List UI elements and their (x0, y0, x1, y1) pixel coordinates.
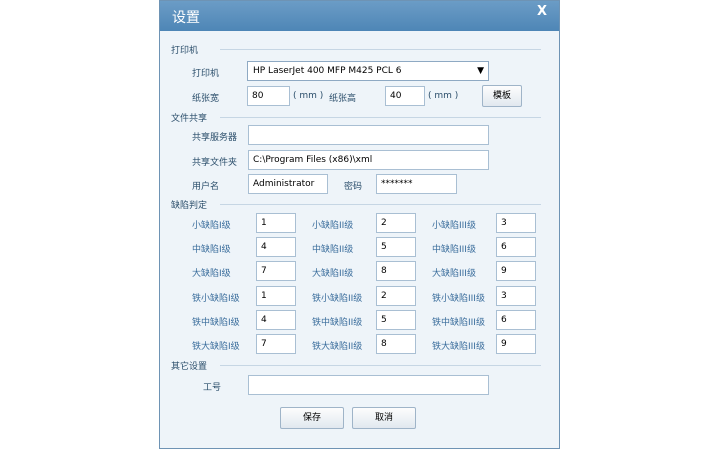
defect-label: 中缺陷I级 (192, 245, 231, 255)
template-button[interactable]: 模板 (482, 85, 522, 107)
defect-label: 中缺陷II级 (312, 245, 354, 255)
section-other-divider (220, 365, 541, 366)
defect-label: 大缺陷II级 (312, 269, 354, 279)
defect-value-input[interactable] (376, 286, 416, 306)
share-server-label: 共享服务器 (192, 133, 238, 143)
paper-width-label: 纸张宽 (192, 94, 220, 104)
defect-value-input[interactable] (256, 261, 296, 281)
share-folder-label: 共享文件夹 (192, 158, 238, 168)
defect-value-input[interactable] (256, 286, 296, 306)
defect-value-input[interactable] (496, 310, 536, 330)
defect-label: 铁小缺陷II级 (312, 294, 363, 304)
defect-label: 铁小缺陷I级 (192, 294, 240, 304)
section-other: 其它设置 (171, 362, 208, 372)
defect-label: 铁大缺陷I级 (192, 342, 240, 352)
section-defect-grading: 缺陷判定 (171, 201, 208, 211)
cancel-button[interactable]: 取消 (352, 407, 416, 429)
printer-select[interactable]: HP LaserJet 400 MFP M425 PCL 6 ▼ (247, 61, 489, 81)
defect-value-input[interactable] (496, 213, 536, 233)
defect-label: 小缺陷I级 (192, 221, 231, 231)
defect-label: 中缺陷III级 (432, 245, 476, 255)
username-label: 用户名 (192, 182, 220, 192)
share-folder-input[interactable] (248, 150, 489, 170)
defect-value-input[interactable] (256, 213, 296, 233)
defect-label: 小缺陷III级 (432, 221, 476, 231)
defect-label: 铁大缺陷II级 (312, 342, 363, 352)
worker-id-label: 工号 (203, 383, 222, 393)
close-icon[interactable]: X (529, 2, 555, 22)
section-printer: 打印机 (171, 46, 199, 56)
paper-height-unit: ( mm ) (428, 91, 459, 101)
defect-label: 铁小缺陷III级 (432, 294, 485, 304)
paper-height-input[interactable] (385, 86, 425, 106)
defect-value-input[interactable] (256, 310, 296, 330)
defect-value-input[interactable] (376, 237, 416, 257)
section-file-share: 文件共享 (171, 114, 208, 124)
defect-value-input[interactable] (496, 334, 536, 354)
defect-label: 铁中缺陷II级 (312, 318, 363, 328)
defect-label: 小缺陷II级 (312, 221, 354, 231)
save-button[interactable]: 保存 (280, 407, 344, 429)
paper-width-unit: ( mm ) (293, 91, 324, 101)
defect-value-input[interactable] (376, 310, 416, 330)
title-bar[interactable]: 设置 X (160, 1, 559, 31)
password-input[interactable] (376, 174, 457, 194)
defect-value-input[interactable] (256, 237, 296, 257)
section-defect-divider (220, 204, 541, 205)
section-file-share-divider (220, 117, 541, 118)
printer-select-value: HP LaserJet 400 MFP M425 PCL 6 (253, 66, 402, 76)
defect-label: 铁大缺陷III级 (432, 342, 485, 352)
settings-dialog: 设置 X 打印机 打印机 HP LaserJet 400 MFP M425 PC… (159, 0, 560, 449)
dropdown-arrow-icon[interactable]: ▼ (477, 62, 484, 80)
paper-width-input[interactable] (247, 86, 290, 106)
section-printer-divider (220, 49, 541, 50)
defect-value-input[interactable] (376, 213, 416, 233)
password-label: 密码 (344, 182, 363, 192)
defect-value-input[interactable] (496, 237, 536, 257)
share-server-input[interactable] (248, 125, 489, 145)
defect-value-input[interactable] (256, 334, 296, 354)
username-input[interactable] (248, 174, 328, 194)
defect-label: 铁中缺陷III级 (432, 318, 485, 328)
printer-label: 打印机 (192, 69, 220, 79)
paper-height-label: 纸张高 (329, 94, 357, 104)
defect-label: 铁中缺陷I级 (192, 318, 240, 328)
dialog-title: 设置 (172, 10, 200, 26)
defect-value-input[interactable] (496, 261, 536, 281)
defect-value-input[interactable] (376, 261, 416, 281)
defect-label: 大缺陷I级 (192, 269, 231, 279)
defect-value-input[interactable] (376, 334, 416, 354)
defect-label: 大缺陷III级 (432, 269, 476, 279)
worker-id-input[interactable] (248, 375, 489, 395)
defect-value-input[interactable] (496, 286, 536, 306)
